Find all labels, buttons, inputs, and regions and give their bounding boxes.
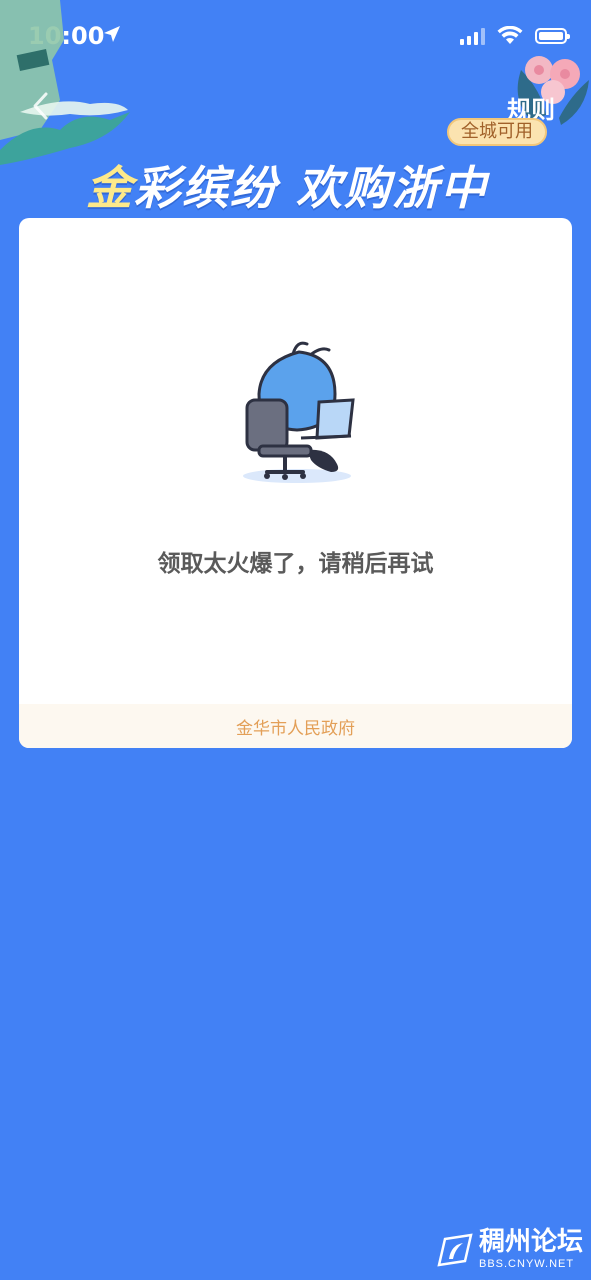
banner-title-gold: 金	[86, 161, 134, 215]
landscape-decoration	[0, 0, 130, 165]
banner-title-rest: 彩缤纷 欢购浙中	[134, 161, 489, 215]
issuer-label: 金华市人民政府	[236, 718, 355, 739]
back-button[interactable]	[26, 88, 56, 124]
forum-logo-icon	[437, 1232, 473, 1267]
cellular-signal-icon	[460, 27, 485, 45]
busy-mascot-illustration	[243, 341, 355, 483]
forum-watermark: 稠州论坛 BBS.CNYW.NET	[437, 1229, 583, 1270]
card-footer: 金华市人民政府	[19, 704, 572, 748]
watermark-url: BBS.CNYW.NET	[478, 1258, 575, 1270]
city-availability-badge: 全城可用	[447, 118, 547, 146]
status-card: 领取太火爆了，请稍后再试 金华市人民政府	[19, 218, 572, 748]
error-message: 领取太火爆了，请稍后再试	[157, 551, 434, 577]
watermark-title: 稠州论坛	[478, 1227, 583, 1257]
banner-title: 金彩缤纷 欢购浙中	[86, 152, 488, 218]
